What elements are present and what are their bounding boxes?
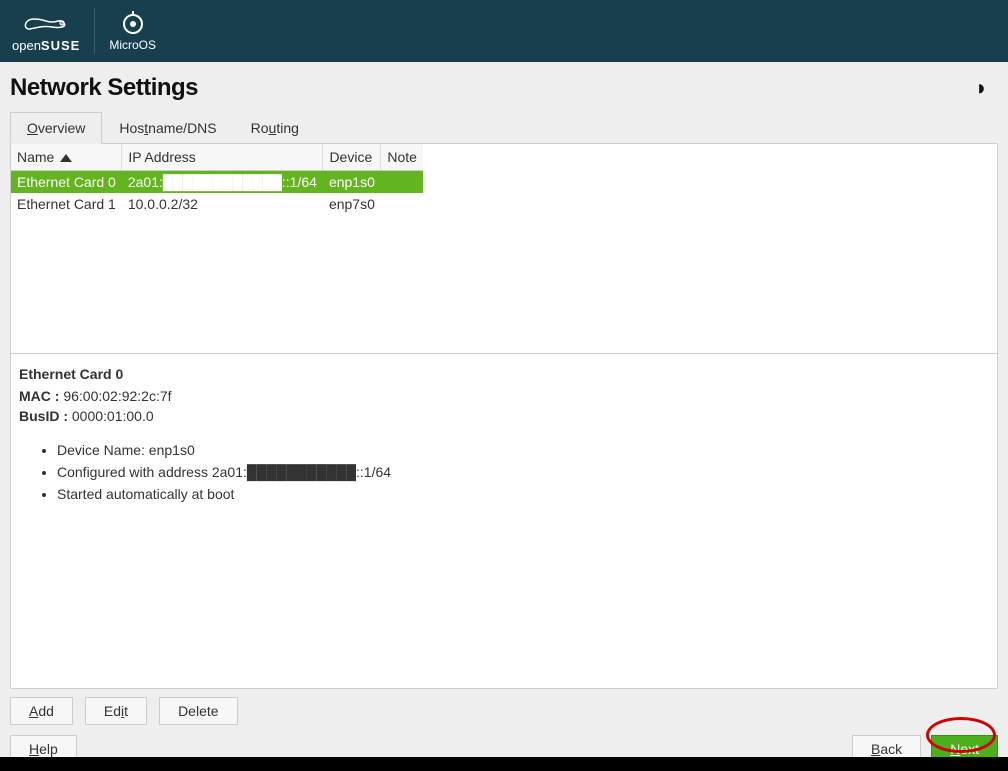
detail-title: Ethernet Card 0	[19, 366, 989, 382]
col-name[interactable]: Name	[11, 144, 122, 171]
overview-panel: Name IP Address Device Note Ethernet Car…	[10, 144, 998, 689]
edit-button[interactable]: Edit	[85, 697, 147, 725]
nic-detail: Ethernet Card 0 MAC : 96:00:02:92:2c:7f …	[11, 354, 997, 688]
add-button[interactable]: Add	[10, 697, 73, 725]
delete-button[interactable]: Delete	[159, 697, 237, 725]
window-bottom-border	[0, 757, 1008, 771]
list-item: Started automatically at boot	[57, 486, 989, 502]
tab-routing[interactable]: Routing	[234, 112, 316, 144]
detail-list: Device Name: enp1s0 Configured with addr…	[57, 442, 989, 502]
col-ip[interactable]: IP Address	[122, 144, 323, 171]
opensuse-logo-block: openSUSE	[12, 8, 95, 54]
action-row: Add Edit Delete	[10, 689, 998, 729]
detail-mac: MAC : 96:00:02:92:2c:7f	[19, 388, 989, 404]
tab-hostname-dns[interactable]: Hostname/DNS	[102, 112, 233, 144]
opensuse-label: openSUSE	[12, 38, 80, 53]
list-item: Configured with address 2a01:███████████…	[57, 464, 989, 480]
col-device[interactable]: Device	[323, 144, 381, 171]
microos-logo-block: MicroOS	[109, 8, 170, 54]
microos-label: MicroOS	[109, 38, 156, 52]
header-bar: openSUSE MicroOS	[0, 0, 1008, 62]
tab-overview[interactable]: Overview	[10, 112, 102, 144]
tabs: Overview Hostname/DNS Routing	[10, 112, 998, 144]
dark-mode-icon[interactable]: ◗	[975, 75, 998, 101]
col-note[interactable]: Note	[381, 144, 423, 171]
nic-table-wrap: Name IP Address Device Note Ethernet Car…	[11, 144, 997, 354]
page-title: Network Settings	[10, 74, 198, 102]
table-row[interactable]: Ethernet Card 0 2a01:████████████::1/64 …	[11, 171, 423, 194]
table-row[interactable]: Ethernet Card 1 10.0.0.2/32 enp7s0	[11, 193, 423, 215]
chameleon-icon	[22, 10, 70, 38]
nic-table[interactable]: Name IP Address Device Note Ethernet Car…	[11, 144, 423, 215]
list-item: Device Name: enp1s0	[57, 442, 989, 458]
detail-busid: BusID : 0000:01:00.0	[19, 408, 989, 424]
sort-asc-icon	[60, 154, 72, 162]
microos-icon	[119, 10, 147, 38]
